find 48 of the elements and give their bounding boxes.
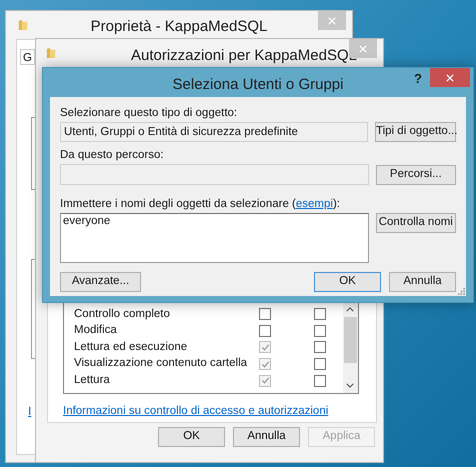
permission-name: Lettura ed esecuzione: [73, 340, 188, 355]
checkbox[interactable]: [314, 358, 326, 370]
permission-name: Lettura: [73, 373, 111, 388]
window-title: Proprietà - KappaMedSQL: [90, 17, 268, 37]
checkbox[interactable]: [259, 324, 271, 337]
dialog-button[interactable]: Avanzate...: [60, 272, 141, 292]
close-icon: [328, 16, 336, 24]
dialog-button[interactable]: Controlla nomi: [376, 213, 456, 233]
dialog-button[interactable]: Annulla: [233, 427, 300, 447]
field-label: Selezionare questo tipo di oggetto:: [60, 106, 238, 121]
examples-link[interactable]: esempi: [296, 198, 333, 210]
checkbox[interactable]: [259, 308, 271, 320]
scroll-down-icon[interactable]: [346, 383, 354, 388]
scroll-up-icon[interactable]: [346, 307, 354, 312]
help-link[interactable]: Informazioni su controllo di accesso e autorizzazioni: [63, 403, 328, 420]
dialog-button[interactable]: Tipi di oggetto...: [375, 122, 456, 142]
scrollbar[interactable]: [343, 302, 358, 393]
folder-icon: [46, 47, 56, 59]
checkbox[interactable]: [314, 308, 326, 320]
checkbox[interactable]: [314, 324, 326, 337]
permission-name: Visualizzazione contenuto cartella: [73, 356, 248, 372]
input-field[interactable]: Utenti, Gruppi o Entità di sicurezza predefinite: [60, 122, 368, 142]
dialog-button[interactable]: OK: [158, 427, 225, 447]
window-title: Autorizzazioni per KappaMedSQL: [131, 46, 357, 66]
window-title: Seleziona Utenti o Gruppi: [172, 75, 344, 95]
permission-name: Modifica: [73, 323, 118, 338]
help-button[interactable]: ?: [410, 69, 426, 87]
input-field[interactable]: [60, 164, 369, 185]
field-label: Da questo percorso:: [60, 148, 164, 163]
dialog-button[interactable]: Percorsi...: [376, 164, 456, 184]
help-link[interactable]: I: [28, 402, 32, 420]
field-label: Immettere i nomi degli oggetti da selezionare (esempi):: [60, 197, 340, 212]
folder-icon: [18, 19, 28, 31]
checkbox[interactable]: [259, 358, 271, 370]
close-icon: [446, 74, 454, 82]
checkbox[interactable]: [259, 374, 271, 387]
tab[interactable]: G: [20, 49, 35, 65]
close-icon: [359, 44, 367, 52]
checkbox[interactable]: [259, 341, 271, 354]
dialog-button[interactable]: Annulla: [389, 272, 456, 292]
dialog-button[interactable]: OK: [314, 272, 381, 292]
permission-name: Controllo completo: [73, 306, 171, 322]
resize-grip-icon[interactable]: [458, 288, 465, 295]
names-input-field[interactable]: everyone: [60, 213, 369, 263]
close-button[interactable]: [430, 68, 470, 87]
checkbox[interactable]: [314, 374, 326, 387]
checkbox[interactable]: [314, 341, 326, 354]
scrollbar-thumb[interactable]: [344, 317, 357, 363]
